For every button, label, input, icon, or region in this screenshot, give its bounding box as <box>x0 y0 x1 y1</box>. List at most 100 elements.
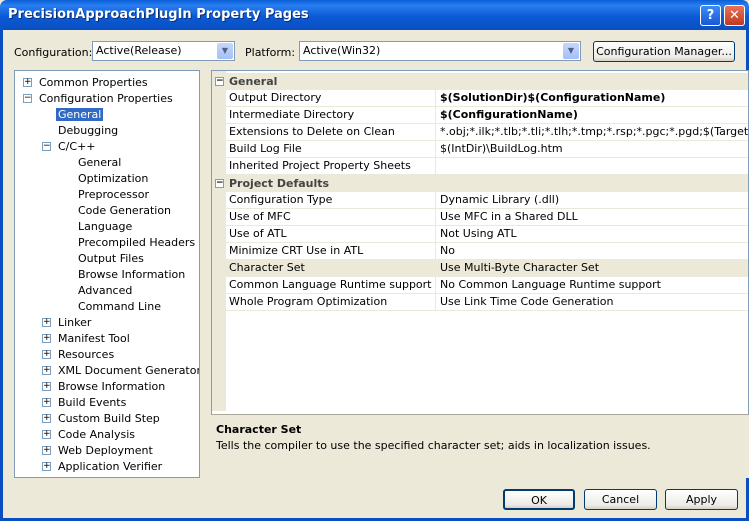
property-name: Build Log File <box>229 142 302 155</box>
expand-plus-icon[interactable]: + <box>42 318 51 327</box>
ok-button[interactable]: OK <box>503 489 575 510</box>
property-value[interactable]: $(IntDir)\BuildLog.htm <box>437 141 748 157</box>
expand-plus-icon[interactable]: + <box>42 446 51 455</box>
column-divider[interactable] <box>435 192 436 208</box>
configuration-value: Active(Release) <box>96 44 182 57</box>
tree-item-label: General <box>78 156 122 169</box>
property-row[interactable]: Common Language Runtime support No Common… <box>226 277 748 294</box>
tree-item-label: Debugging <box>58 124 119 137</box>
property-name: Use of ATL <box>229 227 287 240</box>
chevron-down-icon[interactable]: ▼ <box>563 43 579 59</box>
property-value[interactable]: Dynamic Library (.dll) <box>437 192 748 208</box>
expand-plus-icon[interactable]: + <box>42 414 51 423</box>
property-value[interactable]: *.obj;*.ilk;*.tlb;*.tli;*.tlh;*.tmp;*.rs… <box>437 124 748 140</box>
property-row[interactable]: Use of MFC Use MFC in a Shared DLL <box>226 209 748 226</box>
tree-item-label: Build Events <box>58 396 127 409</box>
property-row[interactable]: Output Directory $(SolutionDir)$(Configur… <box>226 90 748 107</box>
expand-plus-icon[interactable]: + <box>42 382 51 391</box>
collapse-minus-icon[interactable]: − <box>42 142 51 151</box>
tree-item-cpp-child[interactable]: Browse Information <box>78 267 185 283</box>
property-value[interactable]: Use Multi-Byte Character Set <box>437 260 748 276</box>
configuration-manager-button[interactable]: Configuration Manager... <box>593 41 735 62</box>
property-name: Common Language Runtime support <box>229 278 432 291</box>
category-general[interactable]: − General <box>212 73 748 90</box>
tree-item-cpp-child[interactable]: Output Files <box>78 251 144 267</box>
collapse-minus-icon[interactable]: − <box>23 94 32 103</box>
column-divider[interactable] <box>435 243 436 259</box>
close-button[interactable]: ✕ <box>724 5 745 26</box>
tree-item-general[interactable]: General <box>56 107 104 123</box>
column-divider[interactable] <box>435 226 436 242</box>
property-row[interactable]: Inherited Project Property Sheets <box>226 158 748 175</box>
column-divider[interactable] <box>435 90 436 106</box>
expand-plus-icon[interactable]: + <box>42 334 51 343</box>
expand-plus-icon[interactable]: + <box>42 462 51 471</box>
column-divider[interactable] <box>435 158 436 174</box>
property-row[interactable]: Configuration Type Dynamic Library (.dll) <box>226 192 748 209</box>
collapse-minus-icon[interactable]: − <box>215 77 224 86</box>
property-value[interactable]: Not Using ATL <box>437 226 748 242</box>
category-project-defaults[interactable]: − Project Defaults <box>212 175 748 192</box>
property-value[interactable]: $(SolutionDir)$(ConfigurationName) <box>437 90 748 106</box>
column-divider[interactable] <box>435 260 436 276</box>
help-button[interactable]: ? <box>700 5 721 26</box>
property-row[interactable]: Use of ATL Not Using ATL <box>226 226 748 243</box>
tree-item-label: Configuration Properties <box>39 92 173 105</box>
tree-item-cpp-child[interactable]: Optimization <box>78 171 148 187</box>
configuration-select[interactable]: Active(Release) ▼ <box>92 41 235 61</box>
chevron-down-icon[interactable]: ▼ <box>217 43 233 59</box>
cancel-button[interactable]: Cancel <box>584 489 657 510</box>
tree-item-cpp-child[interactable]: General <box>78 155 121 171</box>
tree-item-label: Linker <box>58 316 92 329</box>
tree-item-cpp-child[interactable]: Advanced <box>78 283 132 299</box>
tree-item-debugging[interactable]: Debugging <box>58 123 118 139</box>
expand-plus-icon[interactable]: + <box>42 398 51 407</box>
property-value[interactable]: Use Link Time Code Generation <box>437 294 748 310</box>
tree-item-cpp-child[interactable]: Precompiled Headers <box>78 235 195 251</box>
property-row[interactable]: Extensions to Delete on Clean *.obj;*.ilk… <box>226 124 748 141</box>
expand-plus-icon[interactable]: + <box>23 78 32 87</box>
property-row[interactable]: Character Set Use Multi-Byte Character Se… <box>226 260 748 277</box>
tree-item-label: Precompiled Headers <box>78 236 196 249</box>
category-label: Project Defaults <box>229 177 330 190</box>
property-value[interactable]: Use MFC in a Shared DLL <box>437 209 748 225</box>
property-value[interactable]: $(ConfigurationName) <box>437 107 748 123</box>
column-divider[interactable] <box>435 277 436 293</box>
tree-item-label: Output Files <box>78 252 144 265</box>
tree-item-label: Browse Information <box>58 380 166 393</box>
property-row[interactable]: Whole Program Optimization Use Link Time … <box>226 294 748 311</box>
property-value[interactable]: No <box>437 243 748 259</box>
tree-item-cpp-child[interactable]: Command Line <box>78 299 161 315</box>
property-name: Extensions to Delete on Clean <box>229 125 395 138</box>
description-panel: Character Set Tells the compiler to use … <box>211 414 749 478</box>
title-bar[interactable]: PrecisionApproachPlugIn Property Pages ?… <box>0 0 749 30</box>
column-divider[interactable] <box>435 141 436 157</box>
expand-plus-icon[interactable]: + <box>42 350 51 359</box>
tree-item-label: General <box>56 108 104 121</box>
configuration-label: Configuration: <box>14 46 93 59</box>
property-value[interactable]: No Common Language Runtime support <box>437 277 748 293</box>
tree-item-label: Custom Build Step <box>58 412 160 425</box>
tree-item-label: Preprocessor <box>78 188 150 201</box>
collapse-minus-icon[interactable]: − <box>215 179 224 188</box>
column-divider[interactable] <box>435 209 436 225</box>
property-row[interactable]: Intermediate Directory $(ConfigurationNam… <box>226 107 748 124</box>
tree-item-label: Web Deployment <box>58 444 153 457</box>
column-divider[interactable] <box>435 124 436 140</box>
column-divider[interactable] <box>435 107 436 123</box>
tree-item-label: C/C++ <box>58 140 96 153</box>
tree-item-label: Common Properties <box>39 76 148 89</box>
property-name: Output Directory <box>229 91 322 104</box>
tree-item-cpp-child[interactable]: Preprocessor <box>78 187 149 203</box>
expand-plus-icon[interactable]: + <box>42 366 51 375</box>
tree-item-cpp-child[interactable]: Language <box>78 219 132 235</box>
property-tree[interactable]: + Common Properties − Configuration Prop… <box>14 70 200 478</box>
platform-value: Active(Win32) <box>303 44 381 57</box>
property-row[interactable]: Minimize CRT Use in ATL No <box>226 243 748 260</box>
expand-plus-icon[interactable]: + <box>42 430 51 439</box>
property-row[interactable]: Build Log File $(IntDir)\BuildLog.htm <box>226 141 748 158</box>
platform-select[interactable]: Active(Win32) ▼ <box>299 41 581 61</box>
apply-button[interactable]: Apply <box>665 489 738 510</box>
tree-item-cpp-child[interactable]: Code Generation <box>78 203 171 219</box>
column-divider[interactable] <box>435 294 436 310</box>
